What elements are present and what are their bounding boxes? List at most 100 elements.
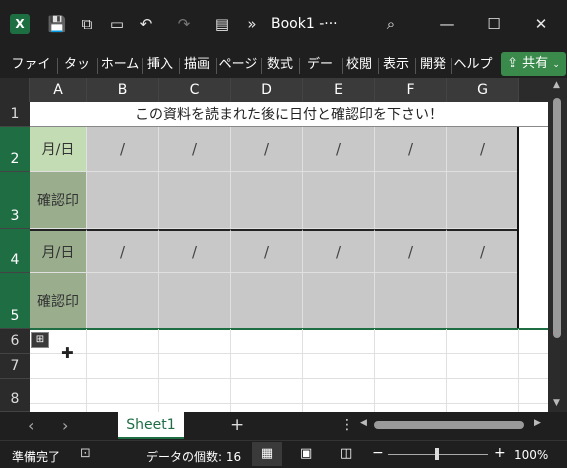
save-icon[interactable]: 💾 bbox=[47, 14, 67, 34]
scroll-right-icon[interactable]: ▶ bbox=[534, 418, 541, 428]
zoom-slider-thumb[interactable] bbox=[435, 448, 439, 460]
row-header-2[interactable]: 2 bbox=[0, 127, 30, 172]
tab-data[interactable]: データ bbox=[301, 52, 339, 98]
tab-touch[interactable]: タッチ bbox=[60, 52, 94, 98]
tab-file[interactable]: ファイル bbox=[8, 52, 54, 98]
column-header-g[interactable]: G bbox=[447, 78, 519, 102]
cell-e2[interactable]: / bbox=[303, 127, 375, 172]
tab-formulas[interactable]: 数式 bbox=[263, 52, 297, 78]
add-sheet-button[interactable]: + bbox=[230, 415, 244, 435]
tab-sheet1[interactable]: Sheet1 bbox=[118, 412, 184, 439]
cell-b3[interactable] bbox=[87, 172, 159, 229]
column-header-a[interactable]: A bbox=[30, 78, 87, 102]
column-header-h[interactable] bbox=[519, 78, 548, 102]
quick-analysis-icon[interactable]: ⊞ bbox=[31, 332, 49, 348]
instruction-banner[interactable]: この資料を読まれた後に日付と確認印を下さい！ bbox=[30, 102, 548, 127]
tab-draw[interactable]: 描画 bbox=[181, 52, 213, 78]
cell-g4[interactable]: / bbox=[447, 229, 519, 273]
cell-f5[interactable] bbox=[375, 273, 447, 329]
cell-c2[interactable]: / bbox=[159, 127, 231, 172]
vertical-scroll-thumb[interactable] bbox=[553, 98, 561, 338]
maximize-icon[interactable]: ☐ bbox=[484, 14, 504, 34]
accessibility-icon[interactable]: ⊡ bbox=[80, 446, 91, 461]
tab-developer[interactable]: 開発 bbox=[417, 52, 449, 78]
normal-view-icon[interactable]: ▦ bbox=[252, 442, 282, 466]
zoom-in-button[interactable]: + bbox=[494, 445, 506, 461]
tab-review[interactable]: 校閲 bbox=[344, 52, 374, 78]
cell-e5[interactable] bbox=[303, 273, 375, 329]
touch-mode-icon[interactable]: ⧉ bbox=[77, 14, 97, 34]
cell-b4[interactable]: / bbox=[87, 229, 159, 273]
ready-status: 準備完了 bbox=[12, 450, 61, 464]
worksheet-grid[interactable]: A B C D E F G 1 2 3 4 5 6 7 8 この資料を読まれた後… bbox=[0, 78, 567, 412]
count-summary[interactable]: データの個数: 16 bbox=[146, 448, 241, 465]
close-icon[interactable]: ✕ bbox=[531, 14, 551, 34]
print-preview-icon[interactable]: ▤ bbox=[212, 14, 232, 34]
cell-b2[interactable]: / bbox=[87, 127, 159, 172]
cell-d5[interactable] bbox=[231, 273, 303, 329]
ribbon-tabs: ファイル タッチ ホーム 挿入 描画 ページ 数式 データ 校閲 表示 開発 ヘ… bbox=[0, 52, 567, 98]
excel-logo-icon: X bbox=[10, 14, 30, 34]
search-icon[interactable]: ⌕ bbox=[381, 14, 401, 34]
cell-f3[interactable] bbox=[375, 172, 447, 229]
page-break-preview-icon[interactable]: ◫ bbox=[340, 446, 352, 461]
tab-insert[interactable]: 挿入 bbox=[144, 52, 176, 78]
empty-cells[interactable] bbox=[30, 329, 548, 412]
cell-a4-date-label[interactable]: 月/日 bbox=[30, 229, 87, 273]
zoom-slider[interactable] bbox=[388, 448, 488, 460]
row-header-3[interactable]: 3 bbox=[0, 172, 30, 229]
cell-g3[interactable] bbox=[447, 172, 519, 229]
cell-e3[interactable] bbox=[303, 172, 375, 229]
form-icon[interactable]: ▭ bbox=[107, 14, 127, 34]
undo-icon[interactable]: ↶ bbox=[136, 14, 156, 34]
cell-c5[interactable] bbox=[159, 273, 231, 329]
zoom-level[interactable]: 100% bbox=[514, 448, 548, 462]
cell-c3[interactable] bbox=[159, 172, 231, 229]
minimize-icon[interactable]: — bbox=[437, 14, 457, 34]
row-header-8[interactable]: 8 bbox=[0, 379, 30, 412]
row-header-7[interactable]: 7 bbox=[0, 354, 30, 379]
zoom-out-button[interactable]: − bbox=[372, 445, 384, 461]
cell-d2[interactable]: / bbox=[231, 127, 303, 172]
vertical-scrollbar[interactable]: ▲ ▼ bbox=[548, 78, 567, 412]
cell-b5[interactable] bbox=[87, 273, 159, 329]
horizontal-scrollbar[interactable]: ◀ ▶ bbox=[360, 418, 544, 432]
cell-c4[interactable]: / bbox=[159, 229, 231, 273]
share-button[interactable]: ⇪ 共有 ⌄ bbox=[501, 52, 566, 76]
scroll-down-icon[interactable]: ▼ bbox=[553, 398, 560, 408]
row-header-1[interactable]: 1 bbox=[0, 102, 30, 127]
cell-f2[interactable]: / bbox=[375, 127, 447, 172]
cell-g5[interactable] bbox=[447, 273, 519, 329]
cell-a2-date-label[interactable]: 月/日 bbox=[30, 127, 87, 172]
page-layout-icon[interactable]: ▣ bbox=[300, 446, 312, 461]
column-header-c[interactable]: C bbox=[159, 78, 231, 102]
tab-help[interactable]: ヘルプ bbox=[453, 52, 493, 78]
select-all-corner[interactable] bbox=[0, 78, 30, 102]
cell-d4[interactable]: / bbox=[231, 229, 303, 273]
scroll-up-icon[interactable]: ▲ bbox=[553, 80, 560, 90]
prev-sheet-button[interactable]: ‹ bbox=[28, 416, 34, 435]
redo-icon[interactable]: ↷ bbox=[174, 14, 194, 34]
cell-g2[interactable]: / bbox=[447, 127, 519, 172]
cell-d3[interactable] bbox=[231, 172, 303, 229]
horizontal-scroll-thumb[interactable] bbox=[374, 421, 524, 429]
tab-page[interactable]: ページ bbox=[218, 52, 258, 78]
row-header-6[interactable]: 6 bbox=[0, 329, 30, 354]
window-title: Book1 -··· bbox=[271, 16, 338, 32]
scroll-left-icon[interactable]: ◀ bbox=[360, 418, 367, 428]
cell-a3-stamp-label[interactable]: 確認印 bbox=[30, 172, 87, 229]
row-header-5[interactable]: 5 bbox=[0, 273, 30, 329]
more-options-icon[interactable]: ⋮ bbox=[340, 417, 354, 433]
tab-home[interactable]: ホーム bbox=[100, 52, 140, 78]
column-header-b[interactable]: B bbox=[87, 78, 159, 102]
tab-view[interactable]: 表示 bbox=[380, 52, 412, 78]
column-header-f[interactable]: F bbox=[375, 78, 447, 102]
cell-a5-stamp-label[interactable]: 確認印 bbox=[30, 273, 87, 329]
cell-f4[interactable]: / bbox=[375, 229, 447, 273]
next-sheet-button[interactable]: › bbox=[62, 416, 68, 435]
row-header-4[interactable]: 4 bbox=[0, 229, 30, 273]
column-header-e[interactable]: E bbox=[303, 78, 375, 102]
cell-e4[interactable]: / bbox=[303, 229, 375, 273]
column-header-d[interactable]: D bbox=[231, 78, 303, 102]
more-commands-icon[interactable]: » bbox=[242, 14, 262, 34]
